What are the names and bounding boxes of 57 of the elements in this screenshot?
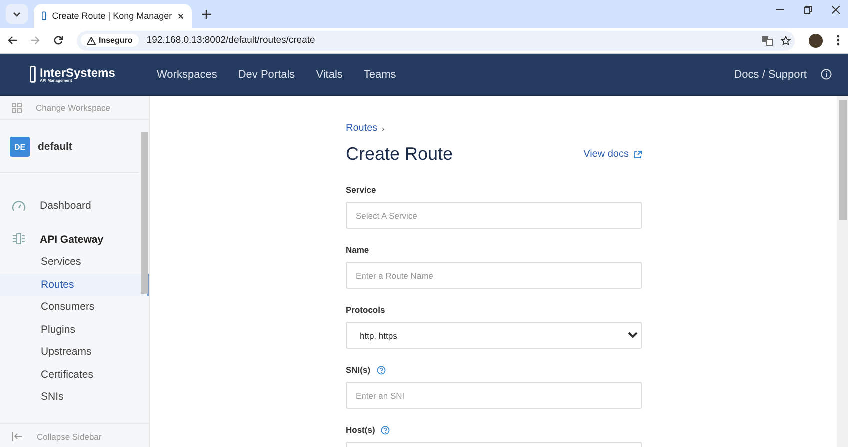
help-icon[interactable] [381,426,390,434]
sidebar-item[interactable]: SNIs [0,386,149,408]
warning-icon [87,36,96,44]
new-tab-icon[interactable] [202,10,211,18]
field-label: SNI(s) [346,365,371,375]
text-field[interactable]: Select A Service [346,202,642,229]
sidebar-item[interactable]: Certificates [0,364,149,386]
brand-name: InterSystems [40,66,116,78]
sidebar-item[interactable]: Services [0,251,149,274]
section-heading: API Gateway [40,234,104,246]
field-label: Service [346,185,376,195]
breadcrumb-link[interactable]: Routes [346,123,378,134]
gauge-icon [12,200,26,212]
workspace-badge: DE [10,137,30,157]
back-icon[interactable] [8,36,17,45]
address-bar[interactable]: Inseguro 192.168.0.13:8002/default/routes/create [77,30,795,50]
browser-tab[interactable]: Create Route | Kong Manager [34,4,192,28]
field-label: Protocols [346,305,386,315]
external-link-icon [634,150,642,158]
profile-avatar[interactable] [809,34,823,48]
grid-icon [12,102,22,112]
workspace-name: default [38,141,72,153]
sidebar-item[interactable]: Dashboard [0,195,149,217]
menu-icon[interactable] [837,35,840,46]
nav-link[interactable]: Teams [364,68,396,80]
close-icon[interactable] [832,6,840,14]
reload-icon[interactable] [54,36,63,45]
page-scrollbar[interactable] [837,96,848,447]
restore-icon[interactable] [804,6,812,14]
sidebar-item[interactable]: Routes [0,274,149,296]
sidebar-item[interactable]: Plugins [0,318,149,341]
info-icon[interactable] [821,69,832,80]
brand-logo-icon [30,66,36,83]
page-title: Create Route [346,144,454,165]
sidebar-item[interactable]: Upstreams [0,341,149,364]
gateway-icon [12,232,26,244]
field-label: Host(s) [346,425,376,435]
nav-link[interactable]: Dev Portals [238,68,296,80]
help-icon[interactable] [376,366,386,374]
chevron-icon [13,12,21,16]
close-icon[interactable] [178,12,184,20]
text-field[interactable]: Enter a Route Name [346,262,642,289]
collapse-icon [12,432,23,441]
nav-link[interactable]: Workspaces [157,68,218,80]
sidebar-item[interactable]: Consumers [0,296,149,318]
text-field[interactable]: Enter an SNI [346,382,642,409]
field-label: Name [346,245,370,255]
view-docs-link[interactable]: View docs [584,149,642,160]
tab-logo-icon [42,11,46,21]
tab-search-button[interactable] [6,4,28,24]
star-icon[interactable] [781,36,791,46]
security-chip[interactable]: Inseguro [81,34,139,47]
nav-link[interactable]: Vitals [316,68,343,80]
docs-link[interactable]: Docs / Support [734,68,807,80]
translate-icon[interactable] [762,36,773,46]
protocols-dropdown[interactable]: http, https [346,322,642,349]
breadcrumb-separator: › [382,124,385,134]
